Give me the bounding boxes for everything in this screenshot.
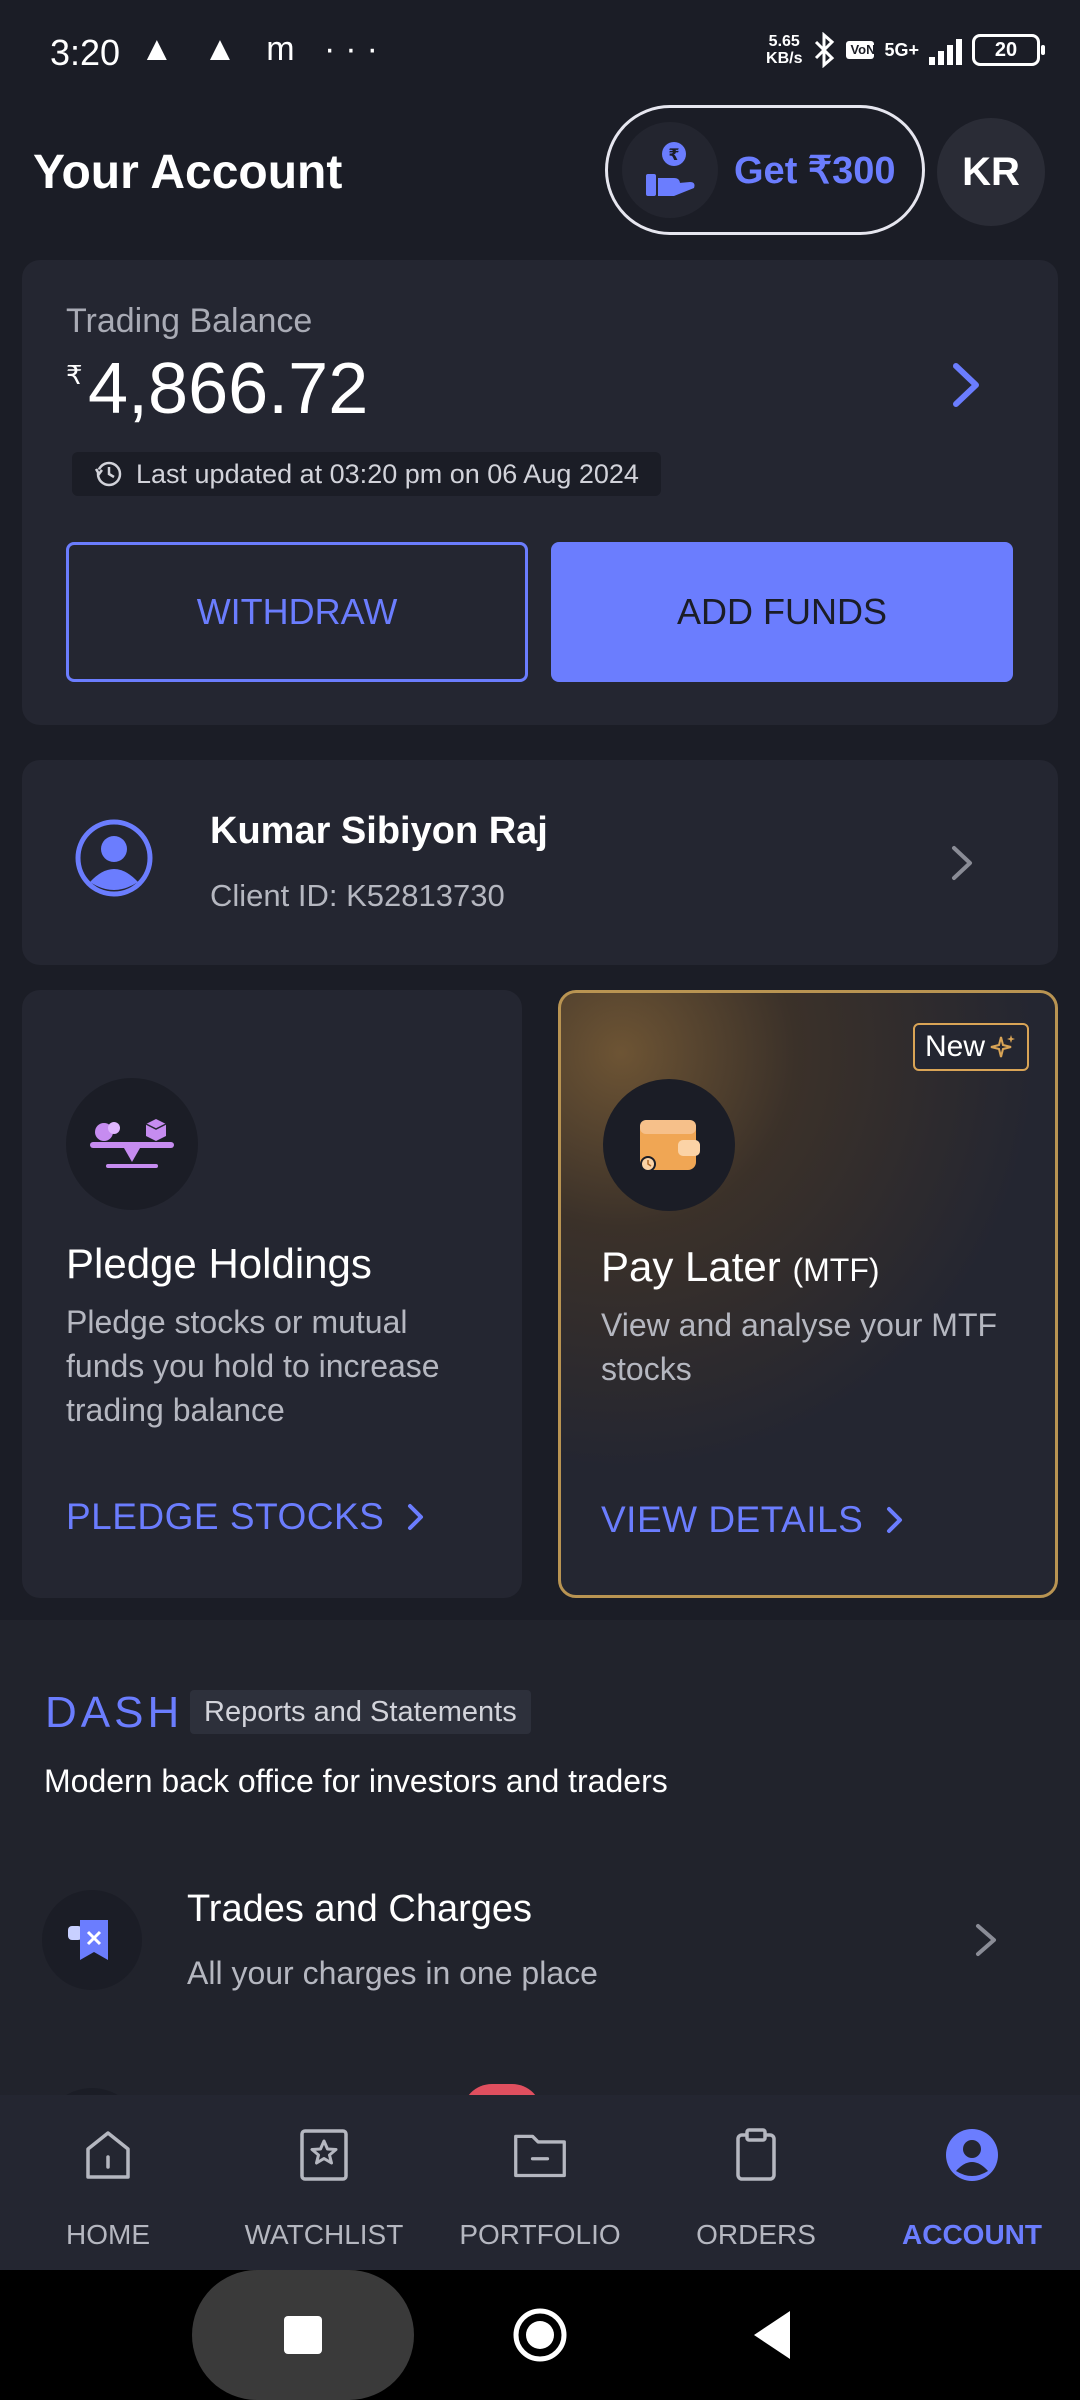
balance-scale-icon: [66, 1078, 198, 1210]
history-icon: [94, 461, 122, 487]
home-icon: [80, 2125, 136, 2185]
nav-home-label: HOME: [66, 2219, 150, 2250]
pay-later-title-suffix: (MTF): [792, 1252, 880, 1288]
dash-tag: Reports and Statements: [190, 1690, 531, 1734]
dash-section: DASH Reports and Statements Modern back …: [0, 1620, 1080, 2100]
balance-amount: 4,866.72: [88, 349, 369, 429]
status-notification-icons: ▲ ▲ m ···: [140, 30, 388, 68]
pledge-stocks-link[interactable]: PLEDGE STOCKS: [66, 1496, 426, 1538]
receipt-icon: [42, 1890, 142, 1990]
back-triangle-icon[interactable]: [750, 2307, 794, 2363]
nav-home[interactable]: HOME: [0, 2095, 216, 2270]
nav-orders-label: ORDERS: [696, 2219, 816, 2250]
nav-account[interactable]: ACCOUNT: [864, 2095, 1080, 2270]
balance-label: Trading Balance: [66, 302, 313, 340]
chevron-right-icon[interactable]: [942, 350, 992, 420]
currency-symbol: ₹: [66, 360, 83, 390]
recents-button[interactable]: [192, 2270, 414, 2400]
view-details-label: VIEW DETAILS: [601, 1499, 864, 1540]
status-system-icons: 5.65 KB/s VoNR 5G+ 20: [766, 32, 1045, 68]
wallet-icon: [603, 1079, 735, 1211]
pledge-description: Pledge stocks or mutual funds you hold t…: [66, 1304, 440, 1428]
network-speed: 5.65 KB/s: [766, 33, 803, 67]
withdraw-button[interactable]: WITHDRAW: [66, 542, 528, 682]
bluetooth-icon: [815, 32, 835, 68]
bottom-navigation: HOME WATCHLIST PORTFOLIO ORDERS ACCOUNT: [0, 2095, 1080, 2270]
pay-later-title-text: Pay Later: [601, 1243, 781, 1290]
nav-watchlist-label: WATCHLIST: [244, 2219, 404, 2250]
sparkle-icon: [990, 1035, 1015, 1058]
profile-card[interactable]: Kumar Sibiyon Raj Client ID: K52813730: [22, 760, 1058, 965]
svg-text:₹: ₹: [668, 145, 679, 164]
new-badge-label: New: [924, 1030, 985, 1063]
referral-button[interactable]: ₹ Get ₹300: [605, 105, 925, 235]
chevron-right-icon[interactable]: [968, 1916, 1004, 1964]
user-circle-icon: [75, 819, 153, 897]
trades-charges-subtitle: All your charges in one place: [187, 1955, 598, 1991]
nav-watchlist[interactable]: WATCHLIST: [216, 2095, 432, 2270]
hand-rupee-icon: ₹: [622, 122, 718, 218]
chevron-right-icon: [887, 1507, 903, 1533]
home-circle-icon[interactable]: [510, 2305, 570, 2365]
pay-later-card[interactable]: New Pay Later (MTF) View and analyse you…: [558, 990, 1058, 1598]
referral-label: Get ₹300: [734, 149, 896, 192]
battery-icon: 20: [972, 34, 1045, 66]
volte-icon: VoNR: [846, 41, 885, 59]
chevron-right-icon: [952, 846, 972, 880]
nav-portfolio-label: PORTFOLIO: [459, 2219, 621, 2250]
account-icon: [944, 2125, 1000, 2185]
watchlist-icon: [296, 2125, 352, 2185]
status-time: 3:20: [50, 32, 121, 73]
pledge-title: Pledge Holdings: [66, 1240, 372, 1287]
pledge-stocks-label: PLEDGE STOCKS: [66, 1496, 385, 1537]
portfolio-icon: [512, 2125, 568, 2185]
last-updated-pill: Last updated at 03:20 pm on 06 Aug 2024: [72, 452, 661, 496]
add-funds-button[interactable]: ADD FUNDS: [551, 542, 1013, 682]
dash-subtitle: Modern back office for investors and tra…: [44, 1763, 668, 1799]
pledge-holdings-card[interactable]: Pledge Holdings Pledge stocks or mutual …: [22, 990, 522, 1598]
nav-account-label: ACCOUNT: [902, 2219, 1042, 2250]
profile-name: Kumar Sibiyon Raj: [210, 810, 548, 852]
chevron-right-icon: [408, 1504, 424, 1530]
network-type: 5G+: [884, 39, 919, 60]
last-updated-text: Last updated at 03:20 pm on 06 Aug 2024: [136, 458, 639, 489]
orders-icon: [728, 2125, 784, 2185]
pay-later-description: View and analyse your MTF stocks: [601, 1307, 998, 1387]
trades-charges-title[interactable]: Trades and Charges: [187, 1888, 532, 1931]
nav-portfolio[interactable]: PORTFOLIO: [432, 2095, 648, 2270]
nav-orders[interactable]: ORDERS: [648, 2095, 864, 2270]
client-id: Client ID: K52813730: [210, 878, 505, 913]
page-title: Your Account: [33, 146, 343, 199]
new-badge: New: [912, 1023, 1029, 1071]
pay-later-title: Pay Later (MTF): [601, 1243, 880, 1291]
trading-balance-card: Trading Balance ₹ 4,866.72 Last updated …: [22, 260, 1058, 725]
avatar[interactable]: KR: [937, 118, 1045, 226]
dash-logo: DASH: [45, 1688, 184, 1737]
status-bar: 3:20 ▲ ▲ m ··· 5.65 KB/s VoNR 5G+ 20: [0, 0, 1080, 100]
signal-icon: [929, 35, 962, 65]
view-details-link[interactable]: VIEW DETAILS: [601, 1499, 905, 1541]
square-icon: [284, 2316, 322, 2354]
